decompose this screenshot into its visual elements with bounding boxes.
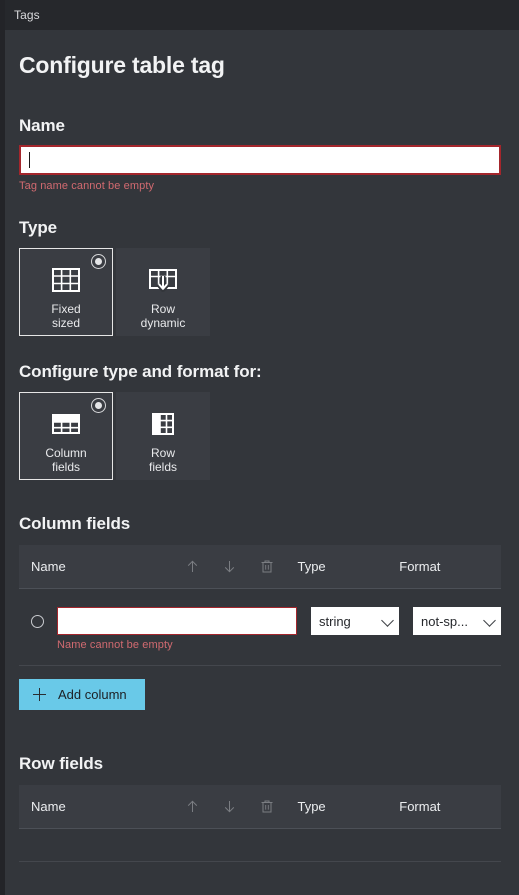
type-option-fixed-sized[interactable]: Fixed sized xyxy=(19,248,113,336)
column-type-select[interactable]: string xyxy=(311,607,399,635)
type-choice-group: Fixed sized Row dynamic xyxy=(19,248,501,336)
column-fields-table: Name Type Format Name cannot be empty st… xyxy=(19,545,501,666)
tag-name-input[interactable] xyxy=(19,145,501,175)
column-name-input[interactable] xyxy=(57,607,297,635)
header-type: Type xyxy=(297,799,326,814)
row-fields-section: Row fields Name Type Format xyxy=(19,754,501,862)
page-title: Configure table tag xyxy=(19,52,225,78)
radio-unchecked-icon xyxy=(31,615,44,628)
type-option-fixed-sized-label: Fixed sized xyxy=(51,302,81,330)
type-label: Type xyxy=(19,218,58,237)
column-name-cell: Name cannot be empty xyxy=(57,607,297,651)
column-format-value: not-sp... xyxy=(421,613,468,629)
arrow-down-icon xyxy=(225,801,235,813)
type-option-row-dynamic-label: Row dynamic xyxy=(140,302,186,330)
plus-icon xyxy=(33,688,46,701)
chevron-down-icon xyxy=(483,614,496,627)
tab-tags[interactable]: Tags xyxy=(14,8,40,22)
format-option-row-fields-label: Row fields xyxy=(148,446,177,474)
format-target-section: Configure type and format for: Column fi… xyxy=(19,362,501,480)
move-down-button[interactable] xyxy=(211,559,248,574)
name-section: Name Tag name cannot be empty xyxy=(19,116,501,192)
header-name: Name xyxy=(31,799,66,814)
row-fields-table-header: Name Type Format xyxy=(19,785,501,829)
arrow-down-icon xyxy=(225,561,235,573)
table-fixed-icon xyxy=(52,268,80,292)
panel-content: Configure table tag Name Tag name cannot… xyxy=(0,30,519,895)
format-option-row-fields[interactable]: Row fields xyxy=(116,392,210,480)
format-target-label: Configure type and format for: xyxy=(19,362,262,381)
trash-icon xyxy=(261,800,273,813)
tags-configure-panel: Tags Configure table tag Name Tag name c… xyxy=(0,0,519,895)
row-select-radio[interactable] xyxy=(31,607,57,628)
column-fields-section: Column fields Name Type Format Name cann… xyxy=(19,514,501,710)
row-fields-title: Row fields xyxy=(19,754,104,773)
radio-selected-icon xyxy=(91,398,106,413)
delete-field-button[interactable] xyxy=(248,799,285,814)
table-row xyxy=(19,829,501,862)
column-fields-table-header: Name Type Format xyxy=(19,545,501,589)
type-option-row-dynamic[interactable]: Row dynamic xyxy=(116,248,210,336)
tag-name-error: Tag name cannot be empty xyxy=(19,180,155,192)
column-format-select[interactable]: not-sp... xyxy=(413,607,501,635)
move-down-button[interactable] xyxy=(211,799,248,814)
titlebar: Tags xyxy=(0,0,519,30)
column-name-error: Name cannot be empty xyxy=(57,639,173,651)
column-fields-title: Column fields xyxy=(19,514,131,533)
add-column-label: Add column xyxy=(58,687,127,702)
table-row-fields-icon xyxy=(152,413,174,435)
column-type-value: string xyxy=(319,613,351,629)
table-row: Name cannot be empty string not-sp... xyxy=(19,589,501,666)
arrow-up-icon xyxy=(188,800,198,812)
type-section: Type Fixed sized Row dynamic xyxy=(19,218,501,336)
chevron-down-icon xyxy=(381,614,394,627)
format-option-column-fields-label: Column fields xyxy=(45,446,87,474)
header-format: Format xyxy=(399,799,441,814)
format-option-column-fields[interactable]: Column fields xyxy=(19,392,113,480)
row-fields-table: Name Type Format xyxy=(19,785,501,862)
header-format: Format xyxy=(399,559,441,574)
left-edge-rail xyxy=(0,0,5,895)
radio-selected-icon xyxy=(91,254,106,269)
move-up-button[interactable] xyxy=(174,559,211,574)
format-target-choice-group: Column fields Row fields xyxy=(19,392,501,480)
delete-field-button[interactable] xyxy=(248,559,285,574)
arrow-up-icon xyxy=(188,560,198,572)
trash-icon xyxy=(261,560,273,573)
name-label: Name xyxy=(19,116,65,135)
add-column-button[interactable]: Add column xyxy=(19,679,145,710)
table-row-dynamic-icon xyxy=(149,269,177,292)
table-column-fields-icon xyxy=(52,414,80,434)
move-up-button[interactable] xyxy=(174,799,211,814)
text-caret xyxy=(29,152,30,168)
header-type: Type xyxy=(297,559,326,574)
header-name: Name xyxy=(31,559,66,574)
